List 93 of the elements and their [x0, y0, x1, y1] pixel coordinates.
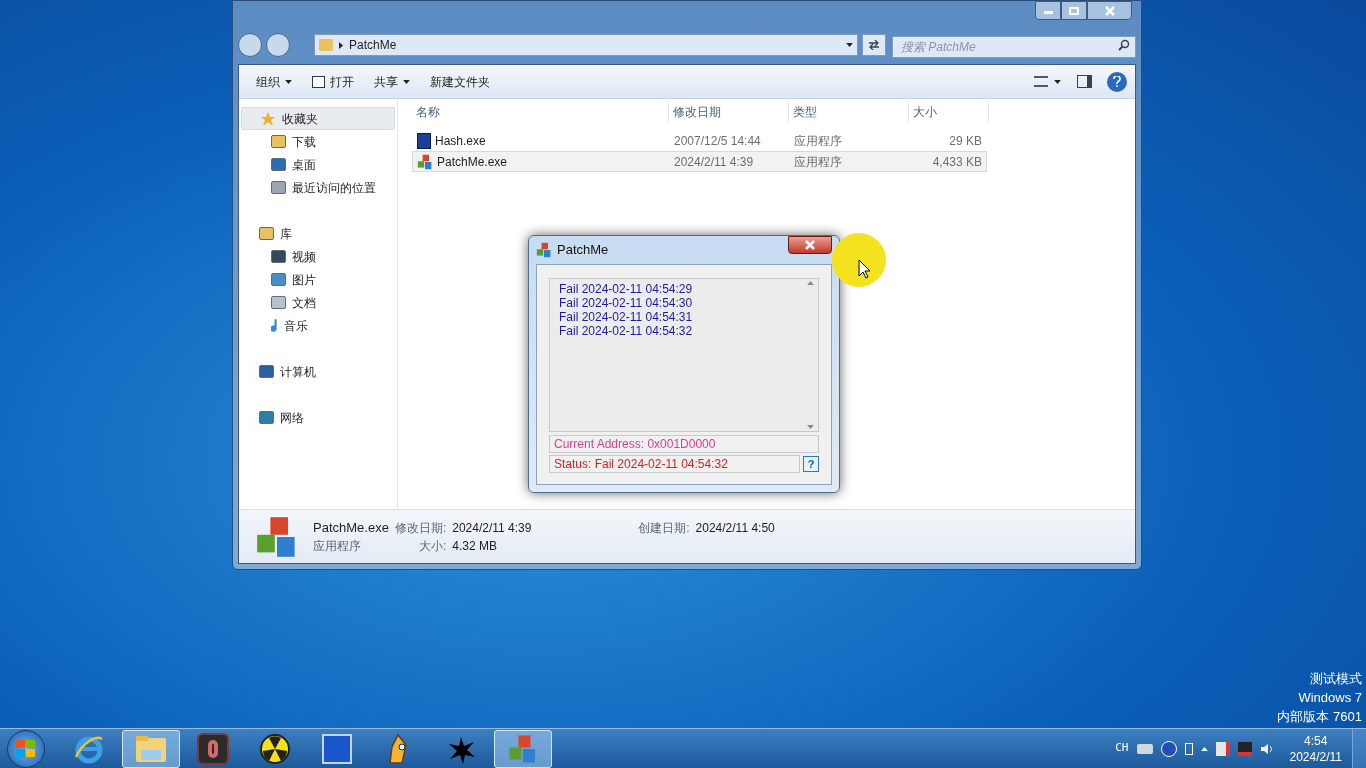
clock-date[interactable]: 2024/2/11 [1289, 748, 1342, 765]
navigation-item[interactable]: 桌面 [241, 153, 397, 176]
toolbar-button[interactable]: 共享 [365, 69, 419, 94]
search-icon [1118, 39, 1130, 51]
chevron-icon [339, 41, 343, 49]
navigation-item[interactable]: 计算机 [241, 360, 397, 383]
details-file-name: PatchMe.exe [313, 518, 389, 537]
address-field: Current Address: 0x001D0000 [549, 435, 819, 453]
search-field[interactable]: 搜索 PatchMe [892, 36, 1136, 58]
pane-icon [1076, 75, 1092, 88]
file-date: 2007/12/5 14:44 [673, 132, 762, 150]
file-size: 4,433 KB [931, 153, 983, 171]
open-icon [312, 75, 325, 88]
speaker-icon [1259, 741, 1274, 756]
start-button[interactable] [7, 729, 45, 768]
details-value: 2024/2/11 4:50 [695, 519, 775, 537]
maximize-button[interactable] [1061, 1, 1087, 20]
help-button[interactable] [1107, 71, 1127, 92]
details-value: 2024/2/11 4:39 [452, 519, 533, 537]
log-line: Fail 2024-02-11 04:54:30 [559, 296, 694, 310]
navigation-item[interactable]: 图片 [241, 268, 397, 291]
desktop-watermark-text: 内部版本 7601 [1277, 708, 1362, 726]
toolbar-button[interactable]: 新建文件夹 [421, 69, 499, 94]
close-button[interactable] [1087, 1, 1132, 20]
dialog-title: PatchMe [557, 241, 610, 260]
cubes-icon [536, 242, 552, 258]
navigation-item[interactable]: 库 [241, 222, 397, 245]
back-button[interactable] [238, 33, 262, 57]
log-line: Fail 2024-02-11 04:54:31 [559, 310, 694, 324]
cursor-icon [858, 259, 871, 279]
cubes-icon [508, 733, 538, 764]
log-line: Fail 2024-02-11 04:54:29 [559, 282, 694, 296]
column-header[interactable]: 修改日期 [669, 101, 789, 123]
app-logo-icon [197, 732, 229, 765]
status-field: Status: Fail 2024-02-11 04:54:32 [549, 455, 800, 473]
toolbar-button[interactable]: 打开 [303, 69, 363, 94]
column-header[interactable]: 大小 [909, 101, 989, 123]
show-hidden-icons-icon [1200, 746, 1208, 751]
file-size: 29 KB [948, 132, 983, 150]
refresh-button[interactable] [862, 34, 886, 56]
list-view-icon [1033, 76, 1048, 87]
radiation-icon [260, 733, 290, 764]
navigation-item[interactable]: 下载 [241, 130, 397, 153]
close-icon [1104, 5, 1115, 16]
dropdown-icon [846, 43, 853, 47]
window-switch-icon [1184, 742, 1193, 755]
file-name: PatchMe.exe [437, 153, 508, 171]
help-button[interactable]: ? [803, 456, 819, 472]
file-row[interactable]: PatchMe.exe 2024/2/11 4:39 应用程序 4,433 KB [412, 151, 987, 172]
scroll-up-icon [807, 281, 814, 285]
help-icon [1113, 76, 1121, 87]
dropdown-icon [285, 79, 292, 84]
dropdown-icon [403, 79, 410, 84]
star-icon [260, 110, 276, 127]
address-text: PatchMe [349, 37, 398, 54]
dropdown-icon [1053, 79, 1061, 84]
toolbar-button[interactable]: 组织 [247, 69, 301, 94]
address-bar[interactable]: PatchMe [314, 34, 858, 56]
navigation-item[interactable]: 最近访问的位置 [241, 176, 397, 199]
keyboard-icon [1136, 743, 1153, 754]
scroll-down-icon [807, 425, 814, 429]
column-header[interactable]: 类型 [789, 101, 909, 123]
details-label: 创建日期: [638, 519, 690, 537]
help-icon [1160, 740, 1177, 757]
navigation-item[interactable]: 网络 [241, 406, 397, 429]
file-row[interactable]: Hash.exe 2007/12/5 14:44 应用程序 29 KB [412, 130, 987, 151]
details-label: 大小: [417, 537, 447, 555]
navigation-item[interactable]: 视频 [241, 245, 397, 268]
details-file-type: 应用程序 [313, 537, 362, 555]
desktop-watermark-text: Windows 7 [1298, 689, 1362, 707]
windows-logo-icon [16, 739, 36, 758]
note-icon [271, 319, 278, 332]
file-type: 应用程序 [793, 132, 843, 150]
forward-button[interactable] [266, 33, 290, 57]
details-value: 4.32 MB [452, 537, 498, 555]
navigation-item[interactable]: 音乐 [241, 314, 397, 337]
window-icon [322, 733, 352, 764]
cubes-icon [417, 153, 433, 170]
file-name: Hash.exe [435, 132, 486, 150]
language-indicator[interactable]: CH [1115, 740, 1129, 757]
close-icon [805, 240, 815, 250]
column-header[interactable]: 名称 [412, 101, 669, 123]
details-label: 修改日期: [394, 519, 447, 537]
file-type: 应用程序 [793, 153, 843, 171]
navigation-item[interactable]: 收藏夹 [241, 107, 395, 130]
log-line: Fail 2024-02-11 04:54:32 [559, 324, 694, 338]
clock-time[interactable]: 4:54 [1304, 732, 1328, 749]
desktop-watermark-text: 测试模式 [1310, 670, 1362, 688]
minimize-button[interactable] [1035, 1, 1061, 20]
close-button[interactable] [788, 236, 832, 254]
refresh-icon [868, 40, 880, 50]
navigation-item[interactable]: 文档 [241, 291, 397, 314]
file-date: 2024/2/11 4:39 [673, 153, 755, 171]
